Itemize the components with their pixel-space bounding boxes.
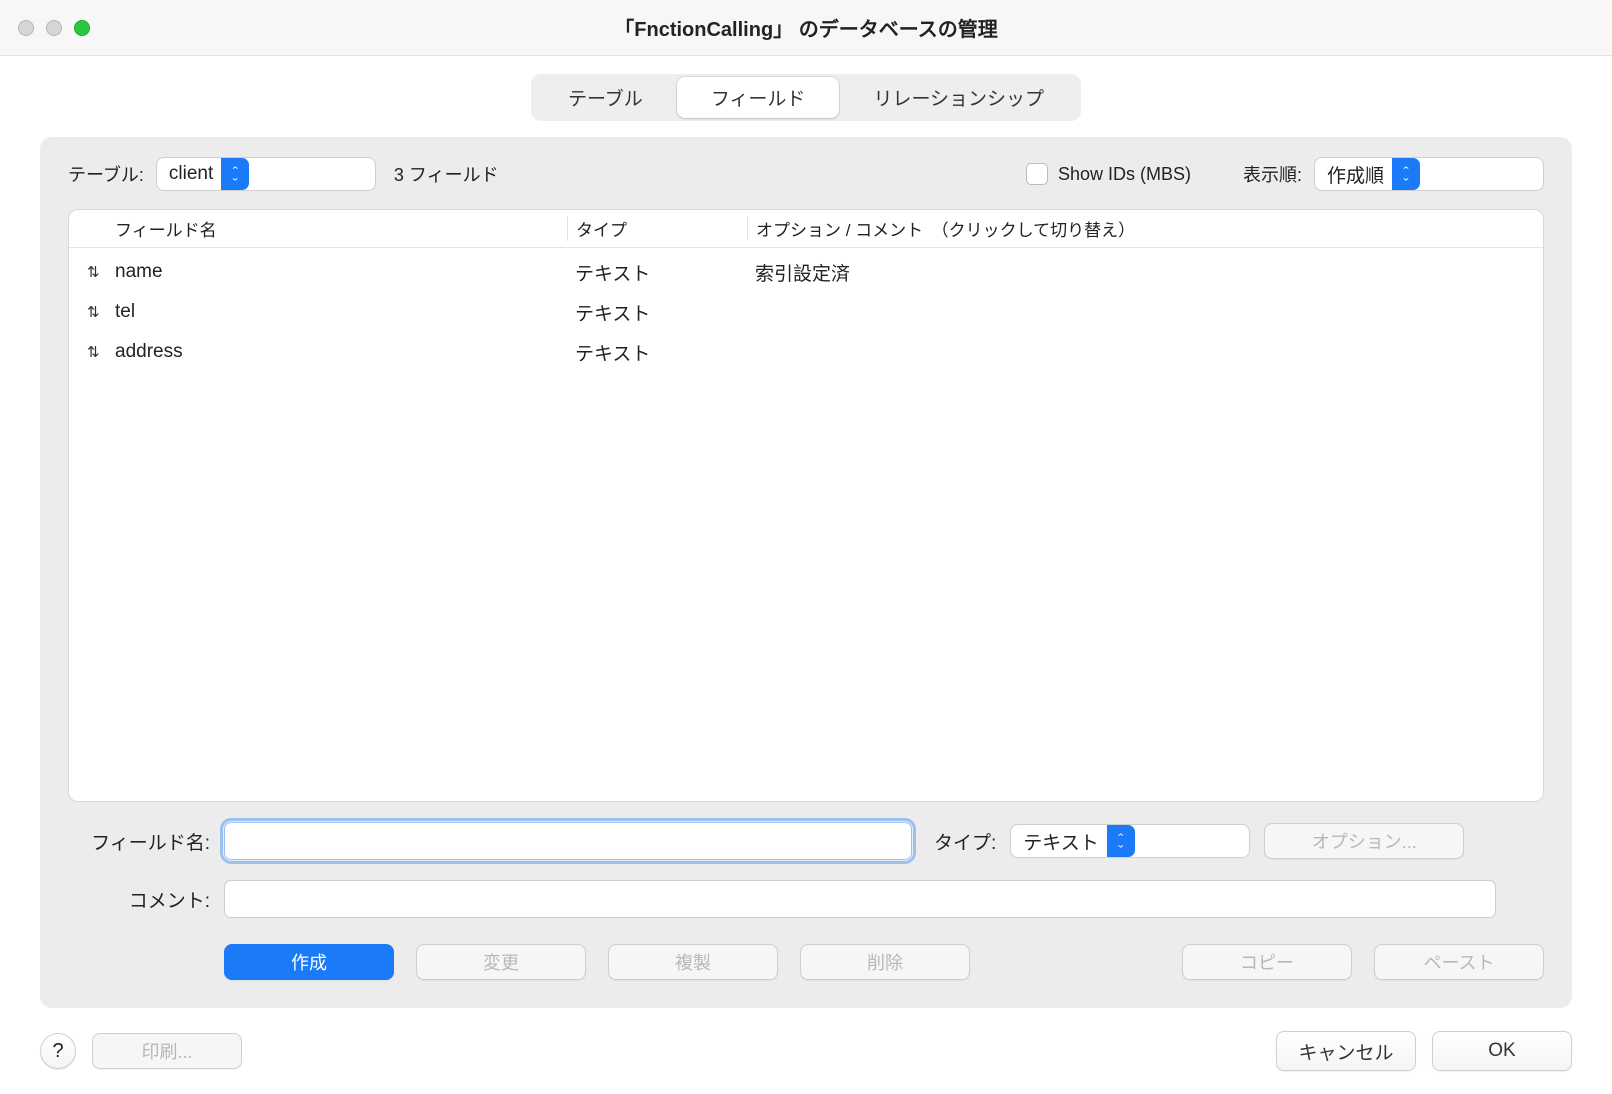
comment-row: コメント: (68, 880, 1544, 918)
delete-button[interactable]: 削除 (800, 944, 970, 980)
options-button[interactable]: オプション... (1264, 823, 1464, 859)
col-header-options[interactable]: オプション / コメント （クリックして切り替え） (747, 216, 1533, 241)
sort-label: 表示順: (1243, 161, 1302, 187)
window-controls (18, 20, 90, 36)
duplicate-button[interactable]: 複製 (608, 944, 778, 980)
show-ids-checkbox[interactable] (1026, 163, 1048, 185)
copy-button[interactable]: コピー (1182, 944, 1352, 980)
table-row[interactable]: ⇅ tel テキスト (69, 292, 1543, 332)
tab-relationships[interactable]: リレーションシップ (839, 77, 1078, 118)
cell-type: テキスト (567, 299, 747, 326)
print-button[interactable]: 印刷... (92, 1033, 242, 1069)
tab-strip: テーブル フィールド リレーションシップ (0, 74, 1612, 121)
type-label: タイプ: (934, 828, 996, 855)
create-button[interactable]: 作成 (224, 944, 394, 980)
zoom-window-icon[interactable] (74, 20, 90, 36)
cell-name: tel (107, 301, 567, 323)
chevron-updown-icon (221, 158, 249, 190)
table-toolbar: テーブル: client 3 フィールド Show IDs (MBS) 表示順:… (68, 157, 1544, 191)
type-select-value: テキスト (1023, 828, 1098, 855)
tab-tables[interactable]: テーブル (534, 77, 677, 118)
field-count: 3 フィールド (394, 161, 499, 187)
sort-select-value: 作成順 (1327, 161, 1384, 188)
type-select[interactable]: テキスト (1010, 824, 1250, 858)
fieldname-row: フィールド名: タイプ: テキスト オプション... (68, 822, 1544, 860)
field-list-header: フィールド名 タイプ オプション / コメント （クリックして切り替え） (69, 210, 1543, 248)
col-header-name[interactable]: フィールド名 (107, 216, 567, 241)
cell-options: 索引設定済 (747, 259, 1533, 286)
change-button[interactable]: 変更 (416, 944, 586, 980)
drag-handle-icon[interactable]: ⇅ (79, 303, 107, 321)
cancel-button[interactable]: キャンセル (1276, 1031, 1416, 1071)
col-header-type[interactable]: タイプ (567, 216, 747, 241)
ok-button[interactable]: OK (1432, 1031, 1572, 1071)
show-ids-label: Show IDs (MBS) (1058, 164, 1191, 185)
drag-handle-icon[interactable]: ⇅ (79, 343, 107, 361)
table-select[interactable]: client (156, 157, 376, 191)
window-title: 「FnctionCalling」 のデータベースの管理 (614, 13, 997, 42)
fieldname-input[interactable] (224, 822, 912, 860)
cell-name: name (107, 261, 567, 283)
drag-handle-icon[interactable]: ⇅ (79, 263, 107, 281)
cell-type: テキスト (567, 339, 747, 366)
cell-type: テキスト (567, 259, 747, 286)
table-select-value: client (169, 163, 213, 185)
table-row[interactable]: ⇅ address テキスト (69, 332, 1543, 372)
footer: ? 印刷... キャンセル OK (0, 1024, 1612, 1094)
chevron-updown-icon (1392, 158, 1420, 190)
table-label: テーブル: (68, 161, 144, 187)
field-list-body: ⇅ name テキスト 索引設定済 ⇅ tel テキスト ⇅ address テ… (69, 248, 1543, 376)
sort-select[interactable]: 作成順 (1314, 157, 1544, 191)
comment-label: コメント: (68, 886, 210, 913)
action-row: 作成 変更 複製 削除 コピー ペースト (68, 944, 1544, 980)
fieldname-label: フィールド名: (68, 828, 210, 855)
field-list: フィールド名 タイプ オプション / コメント （クリックして切り替え） ⇅ n… (68, 209, 1544, 802)
paste-button[interactable]: ペースト (1374, 944, 1544, 980)
minimize-window-icon[interactable] (46, 20, 62, 36)
cell-name: address (107, 341, 567, 363)
titlebar: 「FnctionCalling」 のデータベースの管理 (0, 0, 1612, 56)
tab-segment: テーブル フィールド リレーションシップ (531, 74, 1081, 121)
content-area: テーブル: client 3 フィールド Show IDs (MBS) 表示順:… (40, 137, 1572, 1008)
comment-input[interactable] (224, 880, 1496, 918)
chevron-updown-icon (1107, 825, 1135, 857)
help-button[interactable]: ? (40, 1033, 76, 1069)
tab-fields[interactable]: フィールド (677, 77, 840, 118)
close-window-icon[interactable] (18, 20, 34, 36)
table-row[interactable]: ⇅ name テキスト 索引設定済 (69, 252, 1543, 292)
